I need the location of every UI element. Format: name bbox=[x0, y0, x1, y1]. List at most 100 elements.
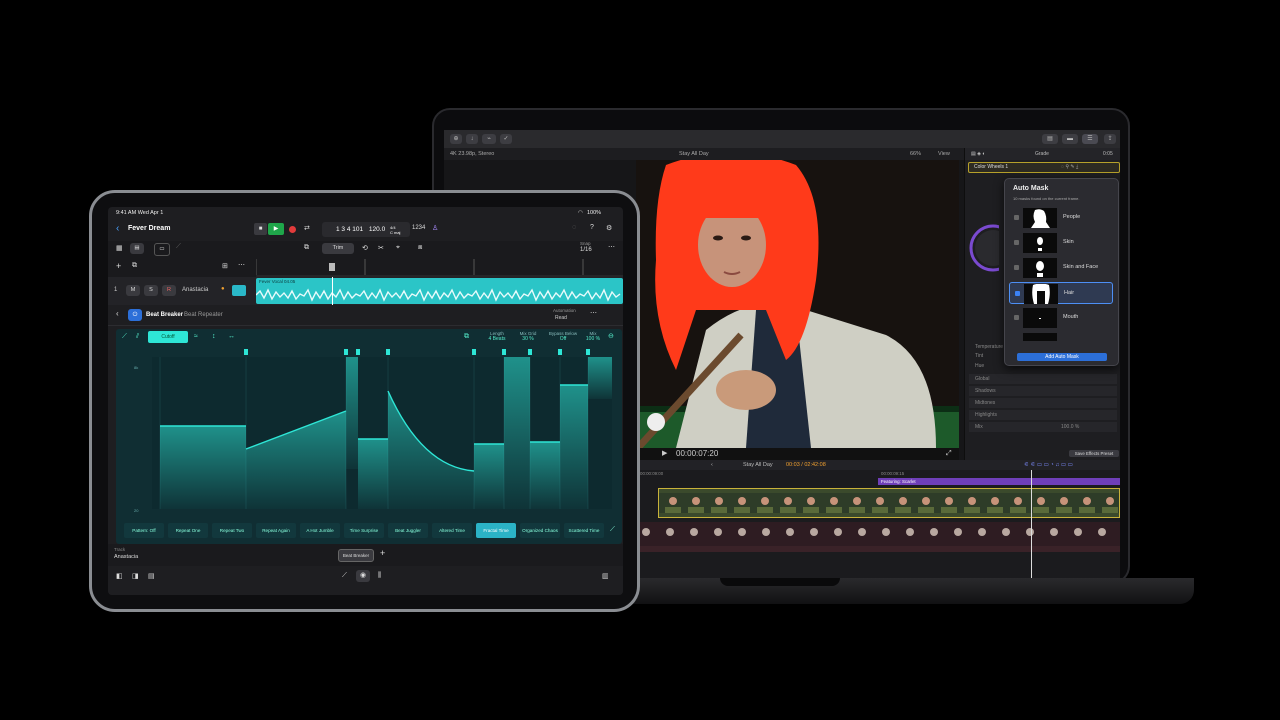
add-plugin-icon[interactable]: + bbox=[380, 548, 385, 558]
quantize-icon[interactable]: ⧈ bbox=[418, 244, 422, 252]
timeline-playhead[interactable] bbox=[1031, 470, 1032, 578]
join-tool-icon[interactable]: ⌖ bbox=[396, 244, 400, 252]
trim-tool[interactable]: Trim bbox=[322, 243, 354, 254]
checkbox-checked[interactable] bbox=[1015, 291, 1020, 296]
param-mix[interactable]: Mix 100 % bbox=[582, 331, 604, 342]
pitch-icon[interactable]: ↕ bbox=[212, 333, 216, 340]
draw-tool-icon[interactable]: ⟋ bbox=[122, 333, 127, 341]
pencil-icon[interactable]: ⟋ bbox=[176, 243, 181, 251]
tracks-view-icon[interactable]: ▤ bbox=[130, 243, 144, 254]
pattern-button-active[interactable]: Fractal Time bbox=[476, 523, 516, 538]
inspector-icon[interactable]: ◨ bbox=[132, 572, 139, 580]
pattern-button[interactable]: A Hot Jumble bbox=[300, 523, 340, 538]
smart-controls-icon[interactable]: ⟋ bbox=[342, 572, 347, 580]
ipad-playhead[interactable] bbox=[332, 277, 333, 305]
editor-icon[interactable]: ▭ bbox=[154, 243, 170, 256]
browser-grid-icon[interactable]: ▦ bbox=[116, 244, 123, 252]
solo-button[interactable]: S bbox=[144, 285, 158, 296]
bar-ruler[interactable] bbox=[256, 257, 623, 277]
record-arm-button[interactable]: R bbox=[162, 285, 176, 296]
help-icon[interactable]: ? bbox=[590, 224, 594, 231]
import-icon[interactable]: ⊕ bbox=[450, 134, 462, 144]
project-title[interactable]: Fever Dream bbox=[128, 225, 170, 232]
power-icon[interactable]: ⏻ bbox=[128, 309, 142, 321]
inspector-tabs-icon[interactable]: ▤ ◈ ◐ bbox=[971, 148, 985, 160]
plugin-preset[interactable]: Beat Repeater bbox=[184, 312, 223, 318]
timeline-ruler[interactable]: 00:00:09:00 00:00:09:15 bbox=[636, 470, 1120, 478]
download-icon[interactable]: ↓ bbox=[466, 134, 478, 144]
plugin-slot-chip[interactable]: Beat Breaker bbox=[338, 549, 374, 562]
notes-icon[interactable]: ▤ bbox=[148, 572, 155, 580]
add-track-icon[interactable]: + bbox=[116, 261, 121, 271]
copy-icon[interactable]: ⧉ bbox=[304, 244, 309, 252]
plugin-more-icon[interactable]: ⋯ bbox=[590, 309, 597, 317]
mask-option-mouth[interactable]: Mouth bbox=[1009, 307, 1113, 329]
title-clip[interactable]: Featuring: Scarlet bbox=[878, 478, 1120, 485]
layout-browser-icon[interactable]: ▤ bbox=[1042, 134, 1058, 144]
param-bypass-below[interactable]: Bypass Below Off bbox=[546, 331, 580, 342]
save-effects-preset-button[interactable]: Save Effects Preset bbox=[1069, 450, 1119, 457]
sync-icon[interactable]: ⧉ bbox=[464, 333, 469, 341]
width-icon[interactable]: ↔ bbox=[228, 333, 235, 340]
cutoff-button[interactable]: Cutoff bbox=[148, 331, 188, 343]
snap-value[interactable]: 1/16 bbox=[580, 247, 592, 253]
checkbox[interactable] bbox=[1014, 315, 1019, 320]
plugins-icon[interactable]: ◉ bbox=[356, 570, 370, 582]
layout-timeline-icon[interactable]: ▬ bbox=[1062, 134, 1078, 144]
pattern-button[interactable]: Beat Juggler bbox=[388, 523, 428, 538]
pattern-button[interactable]: Organized Chaos bbox=[520, 523, 560, 538]
pattern-button[interactable]: Scattered Time bbox=[564, 523, 604, 538]
fullscreen-icon[interactable]: ⤢ bbox=[946, 448, 952, 460]
play-icon[interactable]: ▶ bbox=[662, 448, 667, 460]
duplicate-track-icon[interactable]: ⧉ bbox=[132, 262, 137, 270]
mask-tools-icon[interactable]: ◌ ⚲ ✎ ⤓ bbox=[1061, 163, 1078, 172]
line-tool-icon[interactable]: ⫽ bbox=[136, 333, 139, 341]
mask-option-skin-and-face[interactable]: Skin and Face bbox=[1009, 257, 1113, 279]
checkbox[interactable] bbox=[1014, 265, 1019, 270]
loop-tool-icon[interactable]: ⟲ bbox=[362, 244, 368, 252]
mute-button[interactable]: M bbox=[126, 285, 140, 296]
checkbox[interactable] bbox=[1014, 240, 1019, 245]
check-icon[interactable]: ✓ bbox=[500, 134, 512, 144]
cutoff-automation-graph[interactable] bbox=[152, 349, 612, 517]
primary-video-clip[interactable] bbox=[658, 488, 1120, 518]
track-row[interactable]: 1 M S R Anastacia ● Fever Vocal 04.05 bbox=[108, 277, 623, 306]
pattern-button[interactable]: Pattern: Off bbox=[124, 523, 164, 538]
count-in-label[interactable]: 1234 bbox=[412, 225, 425, 231]
grade-tab[interactable]: Grade bbox=[1035, 148, 1049, 160]
lcd-display[interactable]: 1 3 4 101 120.0 4/4 C maj bbox=[322, 222, 410, 237]
pattern-button[interactable]: Repeat One bbox=[168, 523, 208, 538]
timeline-tools-icon[interactable]: ⚟ ⚟ ▭ ▭ ◔ ♫ ▭ ▭ bbox=[1024, 460, 1073, 470]
inspector-row-highlights[interactable]: Highlights bbox=[975, 412, 997, 418]
automation-value[interactable]: Read bbox=[555, 315, 567, 321]
keyword-icon[interactable]: ⌁ bbox=[482, 134, 496, 144]
secondary-video-clip[interactable] bbox=[636, 522, 1120, 552]
audio-region[interactable]: Fever Vocal 04.05 bbox=[256, 278, 623, 304]
pattern-button[interactable]: Altered Time bbox=[432, 523, 472, 538]
color-wheel-icon[interactable] bbox=[969, 218, 999, 278]
settings-icon[interactable]: ⚙ bbox=[606, 224, 612, 232]
effect-selector[interactable]: Color Wheels 1 bbox=[974, 163, 1008, 172]
stop-button[interactable]: ■ bbox=[254, 223, 267, 235]
resonance-icon[interactable]: ≈ bbox=[194, 333, 198, 340]
cloud-icon[interactable]: ◌ bbox=[572, 224, 576, 231]
mix-value[interactable]: 100.0 % bbox=[1061, 424, 1079, 430]
plugin-back-icon[interactable]: ‹ bbox=[116, 309, 119, 318]
mask-option-skin[interactable]: Skin bbox=[1009, 232, 1113, 254]
track-more-icon[interactable]: ⋯ bbox=[238, 261, 245, 269]
param-length[interactable]: Length 4 Beats bbox=[482, 331, 512, 342]
checkbox[interactable] bbox=[1014, 215, 1019, 220]
more-icon[interactable]: ⋯ bbox=[608, 243, 615, 251]
zoom-menu[interactable]: 66% bbox=[910, 148, 921, 160]
metronome-icon[interactable]: ♙ bbox=[432, 224, 438, 232]
track-monitor-button[interactable] bbox=[232, 285, 246, 296]
record-button[interactable] bbox=[289, 226, 296, 233]
library-icon[interactable]: ◧ bbox=[116, 572, 123, 580]
share-icon[interactable]: ⇪ bbox=[1104, 134, 1116, 144]
mask-option-hair[interactable]: Hair bbox=[1009, 282, 1113, 304]
pattern-button[interactable]: Repeat Two bbox=[212, 523, 252, 538]
mask-option-people[interactable]: People bbox=[1009, 207, 1113, 229]
inspector-row-global[interactable]: Global bbox=[975, 376, 989, 382]
view-menu[interactable]: View bbox=[938, 148, 950, 160]
timeline-back-icon[interactable]: ‹ bbox=[711, 460, 713, 470]
